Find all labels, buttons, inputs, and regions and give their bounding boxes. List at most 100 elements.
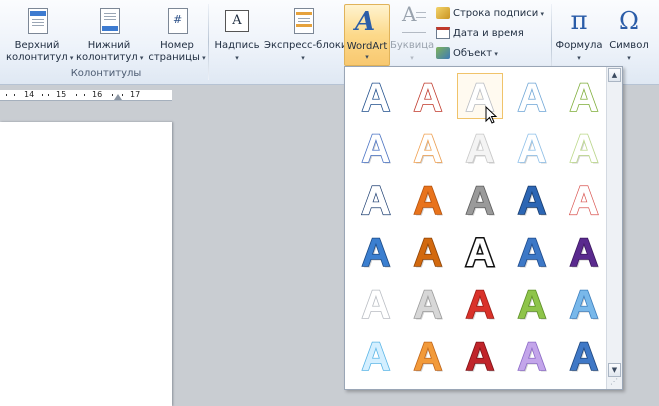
svg-text:A: A [362,127,391,171]
wordart-letter-icon: AA [465,126,496,172]
ruler-number: 14 [24,90,35,99]
svg-text:A: A [570,335,599,379]
horizontal-ruler[interactable]: 14 15 16 17 [0,90,172,101]
wordart-letter-icon: AA [569,126,600,172]
signature-line-button[interactable]: Строка подписи ▾ [436,6,544,22]
wordart-style-option[interactable]: AA [457,332,503,380]
document-page[interactable] [0,122,172,406]
wordart-style-option[interactable]: AA [509,228,555,276]
wordart-style-option[interactable]: AA [353,176,399,224]
svg-text:A: A [466,179,495,223]
wordart-style-option[interactable]: AA [405,124,451,172]
calendar-icon [436,27,450,39]
wordart-style-option[interactable]: AA [509,332,555,380]
svg-text:A: A [414,76,443,120]
wordart-letter-icon: AA [413,230,444,276]
wordart-style-option[interactable]: AA [405,176,451,224]
wordart-style-option[interactable]: A [457,228,503,277]
date-time-button[interactable]: Дата и время [436,26,524,42]
wordart-style-option[interactable]: AA [353,228,399,276]
wordart-style-option[interactable]: AA [457,124,503,172]
equation-button[interactable]: π Формула ▾ [554,4,604,66]
ruler-number: 16 [92,90,103,99]
svg-text:A: A [518,283,547,327]
wordart-style-option[interactable]: AA [561,332,607,380]
wordart-gallery: AAAAAAAAAAAAAAAAAAAAAAAAAAAAAAAAAAAAAAAA… [344,66,623,390]
scroll-up-button[interactable]: ▲ [608,68,621,82]
svg-text:A: A [414,283,443,327]
wordart-style-option[interactable]: AA [561,228,607,276]
svg-text:A: A [518,76,547,120]
wordart-style-option[interactable]: AA [509,176,555,224]
wordart-letter-icon: A [361,282,391,328]
wordart-letter-icon: A [569,75,599,121]
drop-cap-icon: A [396,4,428,38]
wordart-letter-icon: A [517,75,547,121]
object-button[interactable]: Объект ▾ [436,46,498,62]
header-button[interactable]: Верхний колонтитул ▾ [6,4,73,66]
svg-text:A: A [518,335,547,379]
wordart-style-option[interactable]: AA [405,332,451,380]
svg-text:A: A [570,179,599,223]
symbol-button[interactable]: Ω Символ ▾ [604,4,654,66]
svg-text:A: A [466,335,495,379]
text-box-button[interactable]: A Надпись ▾ [212,4,262,66]
wordart-style-option[interactable]: A [353,332,399,380]
wordart-style-option[interactable]: AA [457,176,503,224]
wordart-style-option[interactable]: AA [509,124,555,172]
resize-grip-icon[interactable]: ⋰ [610,377,620,387]
wordart-style-option[interactable]: AA [405,228,451,276]
svg-text:A: A [466,127,495,171]
wordart-style-option[interactable]: AA [405,280,451,328]
drop-cap-button: A Буквица ▾ [390,2,435,62]
svg-text:A: A [518,231,547,275]
scroll-down-button[interactable]: ▼ [608,363,621,377]
indent-marker[interactable] [114,94,122,100]
wordart-letter-icon: AA [465,178,496,224]
text-box-icon: A [221,6,253,38]
wordart-letter-icon: AA [517,282,548,328]
wordart-letter-icon: A [413,75,443,121]
wordart-icon: A [355,7,376,37]
wordart-style-option[interactable]: A [353,73,399,121]
svg-text:A: A [362,335,391,379]
wordart-letter-icon: AA [413,334,444,380]
page-number-icon: # [161,6,193,38]
wordart-style-option[interactable]: A [561,73,607,121]
wordart-style-option[interactable]: AA [561,280,607,328]
wordart-button[interactable]: A WordArt ▾ [344,4,390,66]
svg-text:A: A [570,283,599,327]
page-number-button[interactable]: # Номер страницы ▾ [148,4,206,66]
wordart-style-option[interactable]: A [405,73,451,121]
wordart-letter-icon: AA [569,334,600,380]
object-icon [436,47,450,59]
group-separator [208,4,209,80]
wordart-style-option[interactable]: AA [561,176,607,224]
footer-button[interactable]: Нижний колонтитул ▾ [76,4,143,66]
wordart-letter-icon: A [361,75,391,121]
wordart-letter-icon: AA [360,178,391,224]
wordart-style-option[interactable]: A [353,280,399,328]
wordart-letter-icon: AA [569,282,600,328]
wordart-style-option[interactable]: AA [353,124,399,172]
quick-parts-button[interactable]: Экспресс-блоки ▾ [264,4,347,66]
quick-parts-icon [287,6,319,38]
svg-text:A: A [466,283,495,327]
pi-icon: π [570,6,588,36]
svg-text:A: A [570,76,599,120]
svg-text:A: A [362,283,391,327]
ruler-number: 17 [130,90,141,99]
svg-text:A: A [466,231,495,275]
svg-text:A: A [518,179,547,223]
header-footer-group-label: Колонтитулы [70,68,142,79]
svg-text:A: A [518,127,547,171]
wordart-style-option[interactable]: A [509,73,555,121]
wordart-style-option[interactable]: AA [457,280,503,328]
footer-icon [93,6,125,38]
wordart-letter-icon: AA [517,334,548,380]
wordart-style-option[interactable]: AA [509,280,555,328]
wordart-letter-icon: AA [465,282,496,328]
wordart-style-option[interactable]: AA [561,124,607,172]
gallery-scrollbar[interactable]: ▲ ▼ [606,67,622,389]
wordart-letter-icon: AA [361,126,392,172]
